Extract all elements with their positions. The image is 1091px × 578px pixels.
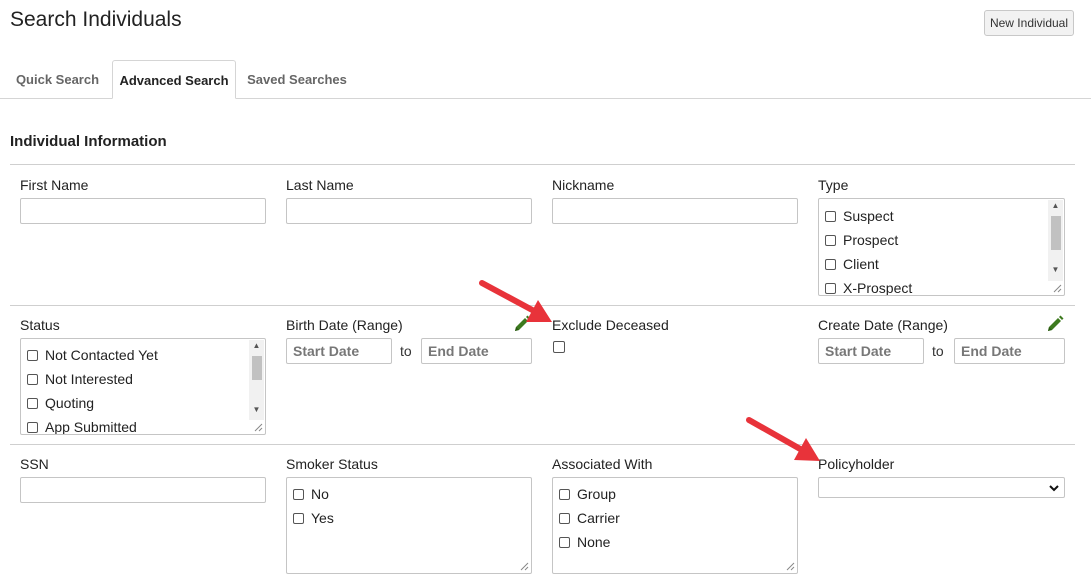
checkbox[interactable]: [825, 234, 836, 246]
new-individual-button[interactable]: New Individual: [984, 10, 1074, 36]
associated-with-label: Associated With: [552, 456, 653, 472]
resize-grip-icon[interactable]: [519, 561, 529, 571]
checkbox[interactable]: [27, 397, 38, 409]
scroll-down-icon[interactable]: ▼: [1048, 264, 1063, 276]
exclude-deceased-checkbox[interactable]: [553, 341, 565, 353]
tab-quick-search[interactable]: Quick Search: [10, 60, 105, 99]
row-divider-2: [10, 444, 1075, 445]
associated-option-none[interactable]: None: [559, 532, 610, 552]
section-divider: [10, 164, 1075, 165]
status-label: Status: [20, 317, 60, 333]
status-option-app-submitted[interactable]: App Submitted: [27, 417, 137, 434]
annotation-arrow-icon: [746, 417, 820, 461]
type-listbox[interactable]: Suspect Prospect Client X-Prospect ▲ ▼: [818, 198, 1065, 296]
birth-date-label: Birth Date (Range): [286, 317, 403, 333]
section-title: Individual Information: [10, 133, 167, 150]
birth-date-end-input[interactable]: [421, 338, 532, 364]
row-divider-1: [10, 305, 1075, 306]
birth-date-to-label: to: [400, 343, 412, 359]
ssn-input[interactable]: [20, 477, 266, 503]
type-option-x-prospect[interactable]: X-Prospect: [825, 278, 912, 295]
type-option-suspect[interactable]: Suspect: [825, 206, 894, 226]
policyholder-select[interactable]: [818, 477, 1065, 498]
exclude-deceased-label: Exclude Deceased: [552, 317, 669, 333]
checkbox[interactable]: [559, 488, 570, 500]
first-name-label: First Name: [20, 177, 89, 193]
status-option-not-contacted-yet[interactable]: Not Contacted Yet: [27, 345, 158, 365]
policyholder-label: Policyholder: [818, 456, 895, 472]
last-name-input[interactable]: [286, 198, 532, 224]
scroll-thumb[interactable]: [1051, 216, 1061, 250]
tab-advanced-search[interactable]: Advanced Search: [112, 60, 236, 99]
checkbox[interactable]: [27, 373, 38, 385]
status-scrollbar[interactable]: ▲ ▼: [249, 340, 264, 420]
checkbox[interactable]: [27, 349, 38, 361]
create-date-start-input[interactable]: [818, 338, 924, 364]
birth-date-start-input[interactable]: [286, 338, 392, 364]
status-listbox[interactable]: Not Contacted Yet Not Interested Quoting…: [20, 338, 266, 435]
create-date-to-label: to: [932, 343, 944, 359]
pencil-icon[interactable]: [512, 314, 532, 334]
status-option-quoting[interactable]: Quoting: [27, 393, 94, 413]
checkbox[interactable]: [293, 512, 304, 524]
create-date-end-input[interactable]: [954, 338, 1065, 364]
resize-grip-icon[interactable]: [253, 422, 263, 432]
checkbox[interactable]: [559, 512, 570, 524]
smoker-status-label: Smoker Status: [286, 456, 378, 472]
associated-option-carrier[interactable]: Carrier: [559, 508, 620, 528]
checkbox[interactable]: [825, 282, 836, 294]
checkbox[interactable]: [559, 536, 570, 548]
checkbox[interactable]: [825, 258, 836, 270]
nickname-input[interactable]: [552, 198, 798, 224]
smoker-status-listbox[interactable]: No Yes: [286, 477, 532, 574]
ssn-label: SSN: [20, 456, 49, 472]
smoker-option-yes[interactable]: Yes: [293, 508, 334, 528]
pencil-icon[interactable]: [1045, 314, 1065, 334]
tab-saved-searches[interactable]: Saved Searches: [243, 60, 351, 99]
type-option-prospect[interactable]: Prospect: [825, 230, 898, 250]
associated-with-listbox[interactable]: Group Carrier None: [552, 477, 798, 574]
create-date-label: Create Date (Range): [818, 317, 948, 333]
scroll-thumb[interactable]: [252, 356, 262, 380]
last-name-label: Last Name: [286, 177, 354, 193]
resize-grip-icon[interactable]: [785, 561, 795, 571]
first-name-input[interactable]: [20, 198, 266, 224]
type-option-client[interactable]: Client: [825, 254, 879, 274]
checkbox[interactable]: [825, 210, 836, 222]
scroll-down-icon[interactable]: ▼: [249, 404, 264, 416]
resize-grip-icon[interactable]: [1052, 283, 1062, 293]
page-title: Search Individuals: [10, 8, 182, 31]
smoker-option-no[interactable]: No: [293, 484, 329, 504]
type-scrollbar[interactable]: ▲ ▼: [1048, 200, 1063, 281]
chevron-down-icon: [1049, 485, 1059, 492]
checkbox[interactable]: [27, 421, 38, 433]
associated-option-group[interactable]: Group: [559, 484, 616, 504]
scroll-up-icon[interactable]: ▲: [1048, 200, 1063, 212]
checkbox[interactable]: [293, 488, 304, 500]
status-option-not-interested[interactable]: Not Interested: [27, 369, 133, 389]
type-label: Type: [818, 177, 849, 193]
scroll-up-icon[interactable]: ▲: [249, 340, 264, 352]
nickname-label: Nickname: [552, 177, 615, 193]
